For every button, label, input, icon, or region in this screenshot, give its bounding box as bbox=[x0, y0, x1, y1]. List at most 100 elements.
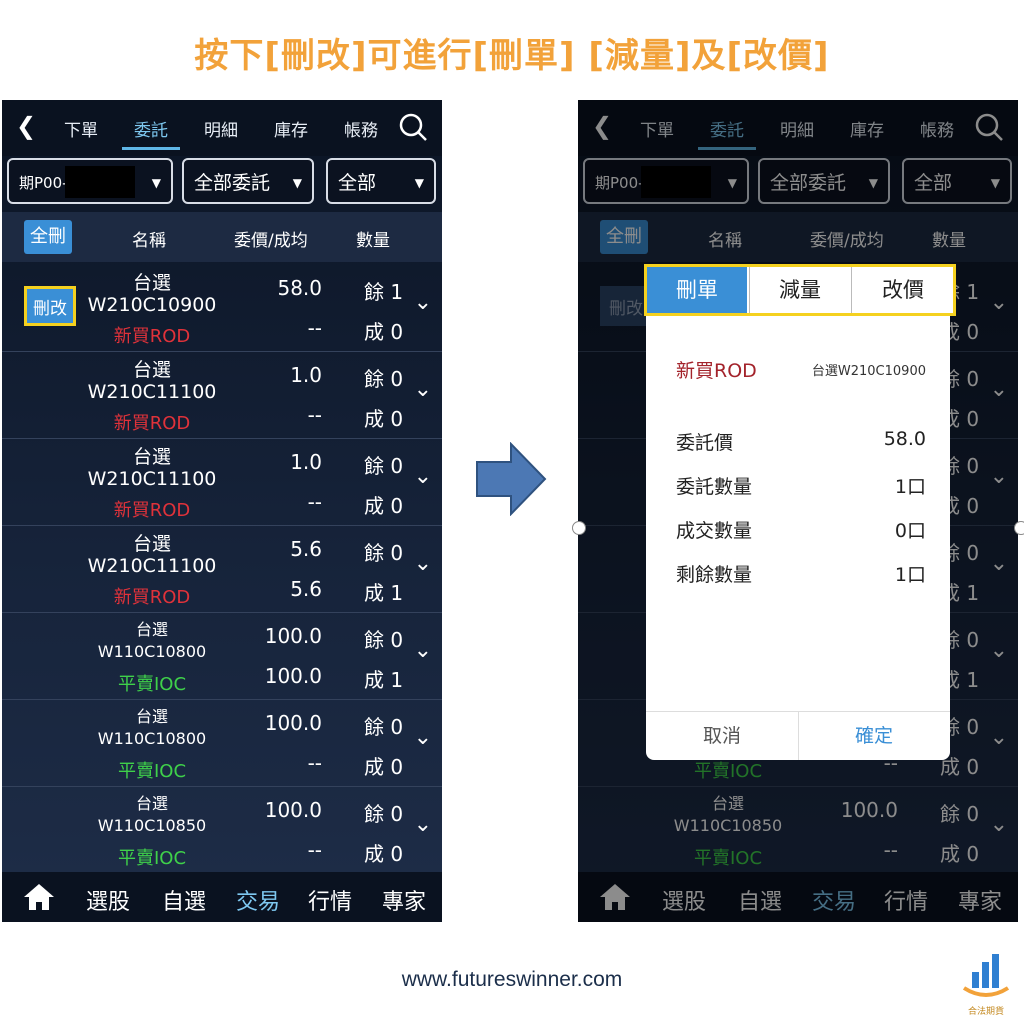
order-price: 1.0 bbox=[290, 363, 322, 387]
chevron-down-icon[interactable]: ⌄ bbox=[414, 725, 432, 750]
chevron-down-icon[interactable]: ⌄ bbox=[414, 638, 432, 663]
field-value: 1口 bbox=[894, 564, 926, 586]
chevron-down-icon[interactable]: ⌄ bbox=[414, 551, 432, 576]
search-icon[interactable] bbox=[398, 112, 428, 142]
tab-reduce-qty[interactable]: 減量 bbox=[749, 267, 850, 313]
order-remaining: 餘 0 bbox=[364, 367, 404, 391]
order-contract: W110C10800 bbox=[97, 642, 207, 661]
tab-details[interactable]: 明細 bbox=[186, 116, 256, 141]
phone-screen-edit-dialog: ❮ 下單 委託 明細 庫存 帳務 期P00- ▼ 全部委託 ▼ 全部 ▼ 全刪 … bbox=[578, 100, 1018, 922]
filter-bar: 期P00- ▼ 全部委託 ▼ 全部 ▼ bbox=[2, 158, 442, 208]
order-remaining: 餘 0 bbox=[364, 454, 404, 478]
cancel-button[interactable]: 取消 bbox=[646, 712, 799, 760]
order-row[interactable]: 台選 W110C10850 平賣IOC 100.0 -- 餘 0 成 0 ⌄ bbox=[2, 786, 442, 874]
order-filled: 成 0 bbox=[364, 407, 404, 431]
tab-orders[interactable]: 委託 bbox=[116, 116, 186, 150]
side-select[interactable]: 全部 ▼ bbox=[326, 158, 436, 204]
order-edit-dialog: 新買ROD 台選W210C10900 委託價 58.0 委託數量 1口 成交數量… bbox=[646, 268, 950, 760]
order-kind-value: 全部委託 bbox=[194, 172, 271, 194]
delete-all-button[interactable]: 全刪 bbox=[24, 220, 72, 254]
dialog-footer: 取消 確定 bbox=[646, 711, 950, 760]
order-row[interactable]: 台選 W110C10800 平賣IOC 100.0 100.0 餘 0 成 1 … bbox=[2, 612, 442, 700]
order-remaining: 餘 0 bbox=[364, 628, 404, 652]
order-contract: W210C11100 bbox=[87, 381, 217, 403]
order-contract: W210C11100 bbox=[87, 555, 217, 577]
order-avg: -- bbox=[307, 751, 322, 775]
page-headline: 按下[刪改]可進行[刪單] [減量]及[改價] bbox=[194, 36, 830, 76]
tab-inventory[interactable]: 庫存 bbox=[256, 116, 326, 141]
chevron-down-icon: ▼ bbox=[414, 176, 424, 190]
order-row[interactable]: 刪改 台選 W210C10900 新買ROD 58.0 -- 餘 1 成 0 ⌄ bbox=[2, 264, 442, 352]
order-contract: W210C11100 bbox=[87, 468, 217, 490]
field-label: 成交數量 bbox=[676, 520, 753, 542]
dialog-contract: 台選W210C10900 bbox=[811, 364, 926, 379]
bottom-nav: 選股 自選 交易 行情 專家 bbox=[2, 872, 442, 922]
tab-account[interactable]: 帳務 bbox=[326, 116, 396, 141]
order-filled: 成 0 bbox=[364, 842, 404, 866]
order-avg: -- bbox=[307, 403, 322, 427]
order-avg: -- bbox=[307, 316, 322, 340]
order-contract: W110C10800 bbox=[97, 729, 207, 748]
chevron-down-icon[interactable]: ⌄ bbox=[414, 812, 432, 837]
order-filled: 成 0 bbox=[364, 494, 404, 518]
order-avg: 100.0 bbox=[264, 664, 322, 688]
side-value: 全部 bbox=[338, 172, 377, 194]
account-select[interactable]: 期P00- ▼ bbox=[7, 158, 173, 204]
home-icon[interactable] bbox=[22, 882, 56, 912]
bottom-nav-stock-pick[interactable]: 選股 bbox=[86, 884, 130, 916]
dialog-tabs: 刪單 減量 改價 bbox=[644, 264, 956, 316]
order-kind-select[interactable]: 全部委託 ▼ bbox=[182, 158, 314, 204]
order-product: 台選 bbox=[132, 359, 171, 381]
tab-place-order[interactable]: 下單 bbox=[46, 116, 116, 141]
chevron-left-icon[interactable]: ❮ bbox=[16, 112, 36, 140]
order-avg: 5.6 bbox=[290, 577, 322, 601]
tab-change-price[interactable]: 改價 bbox=[851, 267, 954, 313]
order-filled: 成 1 bbox=[364, 668, 404, 692]
field-value: 58.0 bbox=[883, 428, 926, 450]
field-value: 1口 bbox=[894, 476, 926, 498]
order-product: 台選 bbox=[135, 620, 168, 639]
order-price: 1.0 bbox=[290, 450, 322, 474]
header-name: 名稱 bbox=[132, 231, 166, 251]
order-row[interactable]: 台選 W210C11100 新買ROD 1.0 -- 餘 0 成 0 ⌄ bbox=[2, 438, 442, 526]
order-type: 平賣IOC bbox=[117, 674, 187, 695]
dialog-field-filled-qty: 成交數量 0口 bbox=[676, 516, 926, 543]
resize-handle bbox=[572, 521, 586, 535]
order-type: 新買ROD bbox=[113, 326, 191, 347]
phone-screen-orders: ❮ 下單 委託 明細 庫存 帳務 期P00- ▼ 全部委託 ▼ 全部 ▼ 全刪 … bbox=[2, 100, 442, 922]
order-price: 5.6 bbox=[290, 537, 322, 561]
account-mask bbox=[65, 166, 135, 198]
chevron-down-icon: ▼ bbox=[151, 176, 161, 190]
order-type: 新買ROD bbox=[113, 413, 191, 434]
order-filled: 成 0 bbox=[364, 755, 404, 779]
account-value: 期P00- bbox=[19, 174, 68, 192]
order-row[interactable]: 台選 W210C11100 新買ROD 5.6 5.6 餘 0 成 1 ⌄ bbox=[2, 525, 442, 613]
order-row[interactable]: 台選 W110C10800 平賣IOC 100.0 -- 餘 0 成 0 ⌄ bbox=[2, 699, 442, 787]
order-row[interactable]: 台選 W210C11100 新買ROD 1.0 -- 餘 0 成 0 ⌄ bbox=[2, 351, 442, 439]
table-header: 全刪 名稱 委價/成均 數量 bbox=[2, 212, 442, 262]
field-label: 委託數量 bbox=[676, 476, 753, 498]
edit-delete-button[interactable]: 刪改 bbox=[24, 286, 76, 326]
order-product: 台選 bbox=[132, 446, 171, 468]
chevron-down-icon[interactable]: ⌄ bbox=[414, 464, 432, 489]
field-label: 剩餘數量 bbox=[676, 564, 753, 586]
chevron-down-icon[interactable]: ⌄ bbox=[414, 290, 432, 315]
bottom-nav-experts[interactable]: 專家 bbox=[382, 884, 426, 916]
confirm-button[interactable]: 確定 bbox=[798, 712, 950, 760]
header-price-avg: 委價/成均 bbox=[234, 231, 308, 251]
bottom-nav-watchlist[interactable]: 自選 bbox=[162, 884, 206, 916]
order-price: 100.0 bbox=[264, 711, 322, 735]
order-avg: -- bbox=[307, 838, 322, 862]
tab-delete-order[interactable]: 刪單 bbox=[647, 267, 747, 313]
footer-url[interactable]: www.futureswinner.com bbox=[0, 968, 1024, 992]
order-price: 100.0 bbox=[264, 798, 322, 822]
order-product: 台選 bbox=[135, 707, 168, 726]
order-filled: 成 1 bbox=[364, 581, 404, 605]
bottom-nav-quotes[interactable]: 行情 bbox=[308, 884, 352, 916]
chevron-down-icon[interactable]: ⌄ bbox=[414, 377, 432, 402]
order-price: 58.0 bbox=[277, 276, 322, 300]
top-nav: ❮ 下單 委託 明細 庫存 帳務 bbox=[2, 100, 442, 156]
order-product: 台選 bbox=[132, 533, 171, 555]
bottom-nav-trade[interactable]: 交易 bbox=[236, 884, 280, 916]
order-type: 新買ROD bbox=[113, 587, 191, 608]
